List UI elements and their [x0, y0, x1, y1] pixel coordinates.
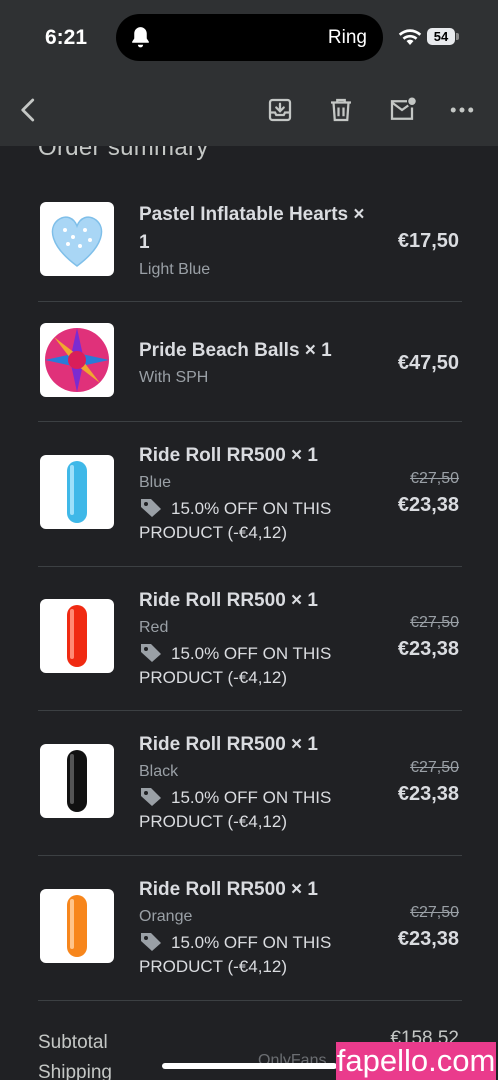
heart-balloon-image: [51, 216, 103, 267]
mark-unread-button[interactable]: [386, 94, 418, 126]
archive-button[interactable]: [264, 94, 296, 126]
ride-roll-blue-image: [67, 461, 87, 523]
item-name: Ride Roll RR500 × 1: [139, 590, 318, 611]
product-image-heart: [40, 202, 114, 276]
item-price: €23,38: [397, 783, 459, 805]
more-options-button[interactable]: [446, 94, 478, 126]
discount-line: 15.0% OFF ON THIS PRODUCT (-€4,12): [139, 785, 369, 834]
discount-line: 15.0% OFF ON THIS PRODUCT (-€4,12): [139, 930, 369, 979]
item-name: Ride Roll RR500 × 1: [139, 879, 318, 900]
order-item: Pastel Inflatable Hearts × 1 Light Blue …: [38, 178, 462, 302]
tag-icon: [141, 644, 161, 662]
back-button[interactable]: [13, 94, 45, 126]
item-variant: Orange: [139, 908, 193, 925]
wifi-icon: [398, 29, 422, 45]
item-name: Ride Roll RR500 × 1: [139, 445, 318, 466]
beach-ball-image: [45, 328, 109, 392]
product-image-roll-red: [40, 599, 114, 673]
item-variant: Red: [139, 619, 169, 636]
item-name: Pastel Inflatable Hearts × 1: [139, 204, 365, 253]
ride-roll-black-image: [67, 750, 87, 812]
ring-label: Ring: [327, 27, 367, 48]
product-image-roll-blue: [40, 455, 114, 529]
status-time: 6:21: [45, 26, 88, 49]
trash-icon: [331, 98, 351, 122]
email-toolbar: [0, 76, 498, 146]
item-original-price: €27,50: [410, 470, 459, 487]
discount-text: 15.0% OFF ON THIS PRODUCT (-€4,12): [139, 644, 332, 687]
discount-text: 15.0% OFF ON THIS PRODUCT (-€4,12): [139, 499, 332, 542]
item-price: €23,38: [397, 494, 459, 516]
order-item: Ride Roll RR500 × 1 Blue 15.0% OFF ON TH…: [38, 421, 462, 567]
ride-roll-orange-image: [67, 895, 87, 957]
tag-icon: [141, 788, 161, 806]
order-item: Pride Beach Balls × 1 With SPH €47,50: [38, 301, 462, 422]
item-variant: Light Blue: [139, 261, 211, 278]
item-original-price: €27,50: [410, 614, 459, 631]
item-name: Ride Roll RR500 × 1: [139, 734, 318, 755]
discount-line: 15.0% OFF ON THIS PRODUCT (-€4,12): [139, 496, 369, 545]
bell-icon: [132, 27, 149, 48]
item-variant: Black: [139, 763, 179, 780]
discount-text: 15.0% OFF ON THIS PRODUCT (-€4,12): [139, 933, 332, 976]
item-variant: With SPH: [139, 369, 209, 386]
item-name: Pride Beach Balls × 1: [139, 340, 332, 361]
product-image-roll-orange: [40, 889, 114, 963]
more-horizontal-icon: [450, 107, 474, 113]
order-item: Ride Roll RR500 × 1 Red 15.0% OFF ON THI…: [38, 566, 462, 711]
item-price: €47,50: [397, 352, 459, 374]
item-variant: Blue: [139, 474, 172, 491]
item-price: €23,38: [397, 928, 459, 950]
home-indicator[interactable]: [162, 1063, 337, 1069]
battery-tip: [456, 33, 459, 40]
order-item: Ride Roll RR500 × 1 Orange 15.0% OFF ON …: [38, 855, 462, 1001]
battery-indicator: 54: [427, 28, 455, 45]
email-body: Order summary Pastel Inflatable Hearts ×…: [0, 146, 498, 1080]
site-watermark: fapello.com: [336, 1042, 496, 1080]
item-price: €23,38: [397, 638, 459, 660]
item-original-price: €27,50: [410, 759, 459, 776]
archive-icon: [268, 98, 292, 122]
discount-text: 15.0% OFF ON THIS PRODUCT (-€4,12): [139, 788, 332, 831]
order-summary-title: Order summary: [38, 146, 209, 161]
dynamic-island: Ring: [116, 14, 383, 61]
tag-icon: [141, 499, 161, 517]
discount-line: 15.0% OFF ON THIS PRODUCT (-€4,12): [139, 641, 369, 690]
product-image-beach-ball: [40, 323, 114, 397]
tag-icon: [141, 933, 161, 951]
mail-unread-icon: [390, 97, 416, 120]
status-bar: 6:21 Ring 54: [0, 0, 498, 76]
item-original-price: €27,50: [410, 904, 459, 921]
delete-button[interactable]: [325, 94, 357, 126]
product-image-roll-black: [40, 744, 114, 818]
chevron-left-icon: [21, 98, 35, 122]
item-price: €17,50: [397, 230, 459, 252]
order-item: Ride Roll RR500 × 1 Black 15.0% OFF ON T…: [38, 710, 462, 856]
ride-roll-red-image: [67, 605, 87, 667]
